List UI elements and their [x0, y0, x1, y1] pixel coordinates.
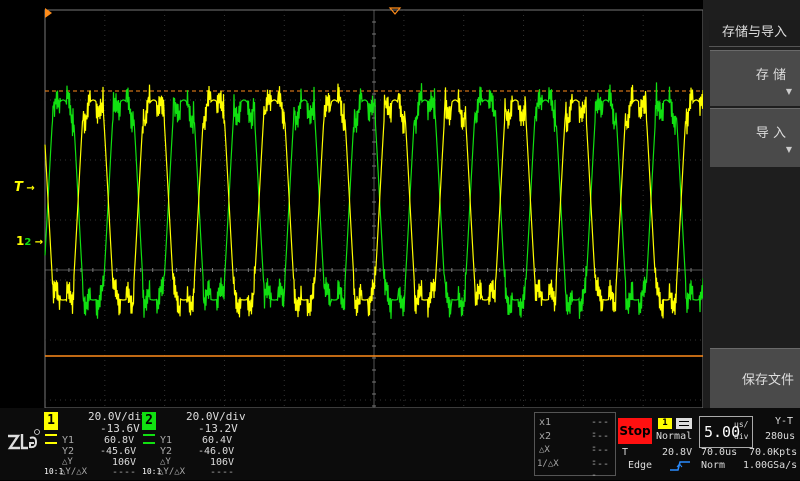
- acquisition-mode: Norm: [701, 460, 726, 471]
- trigger-level-marker[interactable]: T →: [14, 180, 42, 198]
- cursor-dx-label: △X: [539, 445, 550, 455]
- timebase-mode: Y-T: [775, 416, 794, 427]
- ch2-dydx-label: △Y/△X: [158, 467, 186, 477]
- ch1-dy-label: △Y: [62, 457, 73, 467]
- cursor-inv-dx-value: ----: [591, 459, 610, 481]
- timebase-unit-bottom: div: [734, 432, 749, 441]
- ch2-coupling-icon: [143, 434, 155, 444]
- ch2-y1-value: 60.4V: [202, 435, 233, 446]
- waveform-canvas: [44, 7, 703, 408]
- ch2-y2-label: Y2: [160, 446, 173, 457]
- store-label: 存 储: [755, 68, 786, 83]
- ch1-dydx-label: △Y/△X: [60, 467, 88, 477]
- menu-title: 存储与导入: [709, 20, 800, 47]
- cursor-readout-panel[interactable]: x1 ---- x2 ---- △X ---- 1/△X ----: [534, 412, 616, 481]
- ch1-coupling-icon: [45, 434, 57, 444]
- trigger-level-value: 20.8V: [662, 447, 693, 458]
- ch2-offset: -13.2V: [198, 422, 238, 435]
- chevron-down-icon: ▼: [785, 87, 792, 96]
- ch1-y1-value: 60.8V: [104, 435, 135, 446]
- trigger-coupling-icon: [676, 418, 692, 429]
- timebase-delay: 70.0us: [701, 447, 738, 458]
- ch1-y2-value: -45.6V: [100, 446, 137, 457]
- sample-rate: 1.00GSa/s: [743, 460, 798, 471]
- ch1-dydx-value: ----: [112, 467, 137, 478]
- cursor-inv-dx-label: 1/△X: [537, 459, 559, 469]
- chevron-down-icon: ▼: [785, 145, 792, 154]
- memory-depth: 70.0Kpts: [749, 447, 798, 458]
- ch1-offset: -13.6V: [100, 422, 140, 435]
- ch1-y2-label: Y2: [62, 446, 75, 457]
- ch2-dydx-value: ----: [210, 467, 235, 478]
- zlg-logo-icon: [7, 429, 40, 450]
- timebase-panel[interactable]: 5.00 us/ div Y-T 280us 70.0us 70.0Kpts N…: [699, 414, 799, 474]
- ch1-number-badge: 1: [44, 412, 58, 430]
- trigger-source-badge: 1: [658, 418, 672, 429]
- cursor-x2-label: x2: [539, 431, 552, 442]
- save-file-label: 保存文件: [741, 373, 794, 388]
- ch2-info-panel[interactable]: 2 20.0V/div -13.2V Y1 60.4V Y2 -46.0V △Y…: [142, 410, 246, 478]
- trigger-type: Edge: [628, 460, 653, 471]
- channel-ground-marker[interactable]: 12 →: [16, 234, 44, 252]
- ch1-info-panel[interactable]: 1 20.0V/div -13.6V Y1 60.8V Y2 -45.6V △Y…: [44, 410, 148, 478]
- timebase-unit-top: us/: [734, 420, 749, 429]
- ch1-y1-label: Y1: [62, 435, 75, 446]
- store-button[interactable]: 存 储 ▼: [710, 50, 800, 106]
- import-label: 导 入: [755, 126, 786, 141]
- save-file-button[interactable]: 保存文件: [710, 348, 800, 409]
- ch2-number-badge: 2: [142, 412, 156, 430]
- run-stop-indicator[interactable]: Stop: [618, 418, 652, 444]
- import-button[interactable]: 导 入 ▼: [710, 108, 800, 167]
- trigger-panel[interactable]: Stop 1 Normal T 20.8V Edge: [618, 414, 696, 474]
- ch2-y1-label: Y1: [160, 435, 173, 446]
- waveform-display: [0, 0, 800, 408]
- trigger-level-label: T: [622, 447, 629, 458]
- rising-edge-icon: [670, 461, 690, 471]
- ch2-dy-label: △Y: [160, 457, 171, 467]
- cursor-x1-label: x1: [539, 417, 552, 428]
- timebase-scale-box[interactable]: 5.00 us/ div: [699, 416, 753, 448]
- timebase-window: 280us: [765, 431, 796, 442]
- ch2-y2-value: -46.0V: [198, 446, 235, 457]
- trigger-mode: Normal: [656, 431, 693, 442]
- trigger-marker-label: T: [14, 180, 23, 195]
